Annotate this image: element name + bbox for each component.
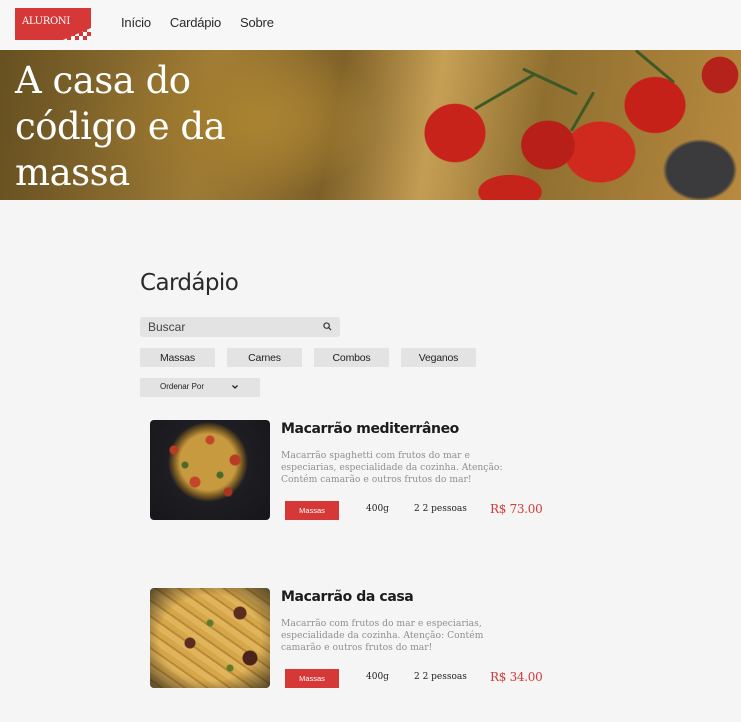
- dish-weight: 400g: [366, 504, 389, 514]
- logo[interactable]: ALURONI: [15, 8, 91, 40]
- header: ALURONI Início Cardápio Sobre: [0, 0, 741, 50]
- dish-category-tag[interactable]: Massas: [285, 669, 339, 688]
- dish-weight: 400g: [366, 672, 389, 682]
- dish-serves: 2 2 pessoas: [414, 672, 467, 682]
- dish-image: [150, 420, 270, 520]
- dish-card: Macarrão mediterrâneo Macarrão spaghetti…: [150, 420, 550, 522]
- dish-serves: 2 2 pessoas: [414, 504, 467, 514]
- dish-description: Macarrão spaghetti com frutos do mar e e…: [281, 450, 503, 485]
- dish-image: [150, 588, 270, 688]
- sort-dropdown[interactable]: Ordenar Por: [140, 378, 260, 397]
- nav-link-sobre[interactable]: Sobre: [240, 15, 274, 30]
- filter-carnes-button[interactable]: Carnes: [227, 348, 302, 367]
- nav-link-inicio[interactable]: Início: [121, 15, 151, 30]
- dish-card: Macarrão da casa Macarrão com frutos do …: [150, 588, 550, 690]
- search-icon[interactable]: [323, 322, 332, 331]
- logo-text: ALURONI: [21, 16, 71, 27]
- tomato-stem: [569, 91, 596, 132]
- logo-checkered-pattern: [63, 28, 91, 40]
- chevron-down-icon: [232, 385, 238, 389]
- hero-banner: A casa do código e da massa: [0, 50, 741, 200]
- dish-name: Macarrão da casa: [281, 589, 414, 605]
- filter-veganos-button[interactable]: Veganos: [401, 348, 476, 367]
- dish-name: Macarrão mediterrâneo: [281, 421, 459, 437]
- tomato-stem: [634, 50, 676, 84]
- dish-price: R$ 34.00: [490, 670, 543, 684]
- filter-combos-button[interactable]: Combos: [314, 348, 389, 367]
- filter-massas-button[interactable]: Massas: [140, 348, 215, 367]
- search-input[interactable]: [148, 319, 318, 335]
- nav-link-cardapio[interactable]: Cardápio: [170, 15, 221, 30]
- dish-description: Macarrão com frutos do mar e especiarias…: [281, 618, 484, 653]
- main-nav: Início Cardápio Sobre: [121, 15, 274, 30]
- hero-title: A casa do código e da massa: [15, 59, 226, 194]
- tomato-stem: [473, 72, 537, 111]
- menu-title: Cardápio: [140, 270, 239, 296]
- dish-category-tag[interactable]: Massas: [285, 501, 339, 520]
- search-bar: [140, 317, 340, 337]
- tomato-stem: [522, 67, 578, 96]
- dish-price: R$ 73.00: [490, 502, 543, 516]
- sort-label: Ordenar Por: [160, 382, 205, 391]
- filter-group: Massas Carnes Combos Veganos: [140, 348, 476, 367]
